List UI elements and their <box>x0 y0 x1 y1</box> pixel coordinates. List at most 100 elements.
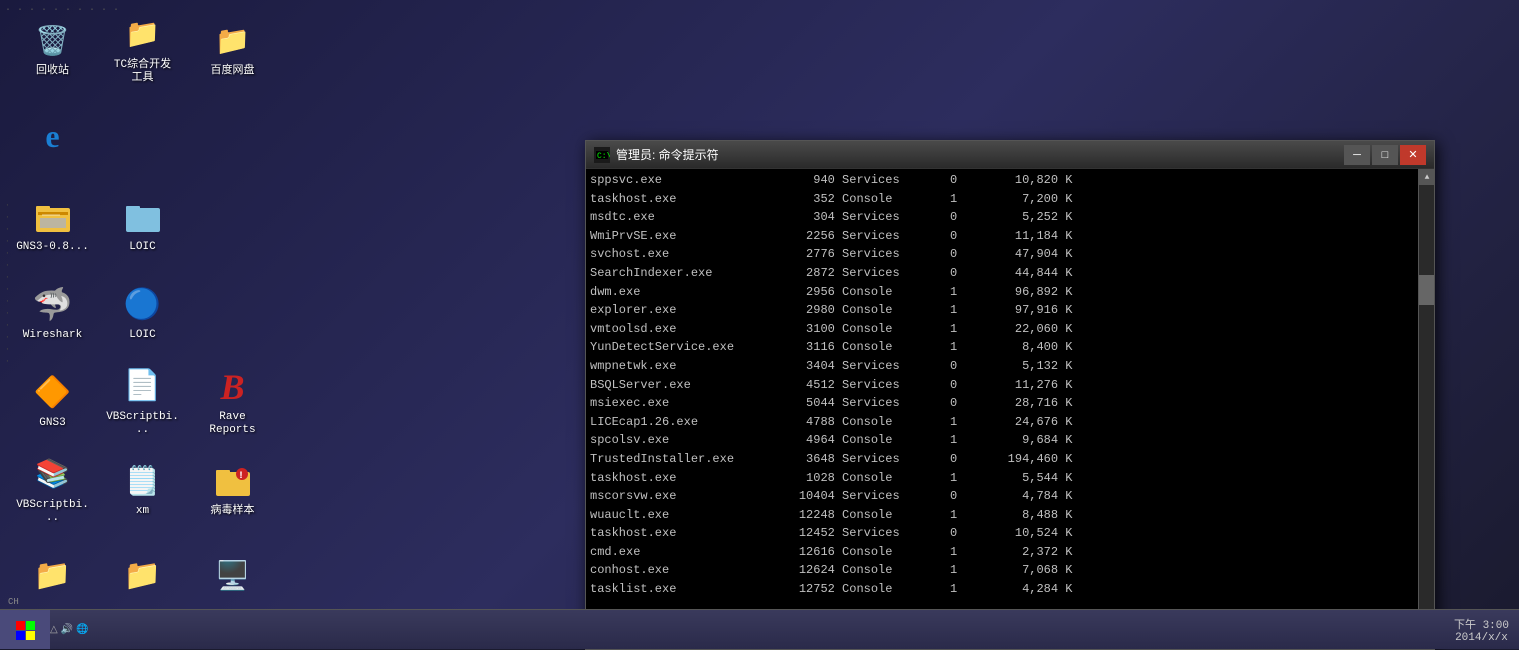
icon-vbscriptbi1[interactable]: 📄 VBScriptbi... <box>100 362 185 442</box>
cmd-window-icon: C:\ <box>594 147 610 163</box>
svg-text:!: ! <box>238 471 244 482</box>
table-row: vmtoolsd.exe 3100 Console 1 22,060 K <box>590 320 1414 339</box>
svg-text:C:\: C:\ <box>597 152 610 161</box>
table-row: TrustedInstaller.exe 3648 Services 0 194… <box>590 450 1414 469</box>
maximize-button[interactable]: □ <box>1372 145 1398 165</box>
table-row: BSQLServer.exe 4512 Services 0 11,276 K <box>590 376 1414 395</box>
icon-xm[interactable]: 🗒️ xm <box>100 450 185 530</box>
icon-rave-reports[interactable]: B RaveReports <box>190 362 275 442</box>
table-row: msdtc.exe 304 Services 0 5,252 K <box>590 208 1414 227</box>
table-row: WmiPrvSE.exe 2256 Services 0 11,184 K <box>590 227 1414 246</box>
gns3-icon: 🔶 <box>33 373 73 413</box>
table-row: wuauclt.exe 12248 Console 1 8,488 K <box>590 506 1414 525</box>
wireshark-icon: 🦈 <box>33 285 73 325</box>
table-row: msiexec.exe 5044 Services 0 28,716 K <box>590 394 1414 413</box>
icon-wireshark[interactable]: 🦈 Wireshark <box>10 274 95 354</box>
table-row: wmpnetwk.exe 3404 Services 0 5,132 K <box>590 357 1414 376</box>
icon-loic2[interactable]: 🔵 LOIC <box>100 274 185 354</box>
icon-label-gns308: GNS3-0.8... <box>16 241 89 254</box>
icon-label-gns3: GNS3 <box>39 417 65 430</box>
taskbar-start-button[interactable] <box>0 610 50 649</box>
tray-icon1: △ <box>50 624 58 636</box>
desktop: · · · · · · · · · · ·············· 🗑️ 回收… <box>0 0 1519 649</box>
folder-bottom2-icon: 📁 <box>123 556 163 596</box>
ch-indicator: CH <box>8 597 19 607</box>
icon-folder-bottom1[interactable]: 📁 <box>10 538 95 618</box>
taskbar-clock: 下午 3:00 2014/x/x <box>1454 616 1509 644</box>
icon-placeholder3 <box>190 186 275 266</box>
table-row: tasklist.exe 12752 Console 1 4,284 K <box>590 580 1414 599</box>
icon-placeholder2 <box>190 98 275 178</box>
icon-loic1[interactable]: LOIC <box>100 186 185 266</box>
icon-label-rave: RaveReports <box>209 411 255 437</box>
icon-label-xm: xm <box>136 505 149 518</box>
table-row: dwm.exe 2956 Console 1 96,892 K <box>590 283 1414 302</box>
virus-icon: ! <box>213 461 253 501</box>
table-row: YunDetectService.exe 3116 Console 1 8,40… <box>590 338 1414 357</box>
table-row: explorer.exe 2980 Console 1 97,916 K <box>590 301 1414 320</box>
table-row: SearchIndexer.exe 2872 Services 0 44,844… <box>590 264 1414 283</box>
icon-screen-bottom[interactable]: 🖥️ <box>190 538 275 618</box>
icon-gns3[interactable]: 🔶 GNS3 <box>10 362 95 442</box>
icon-label-loic1: LOIC <box>129 241 155 254</box>
desktop-icon-area: 🗑️ 回收站 📁 TC综合开发工具 📁 百度网盘 e <box>0 0 350 610</box>
xm-icon: 🗒️ <box>123 461 163 501</box>
table-row: LICEcap1.26.exe 4788 Console 1 24,676 K <box>590 413 1414 432</box>
icon-placeholder4 <box>190 274 275 354</box>
cmd-scrollbar[interactable]: ▲ ▼ <box>1418 169 1434 649</box>
icon-ie[interactable]: e <box>10 98 95 178</box>
scrollbar-thumb[interactable] <box>1419 275 1434 305</box>
cmd-content: sppsvc.exe 940 Services 0 10,820 Ktaskho… <box>586 169 1434 649</box>
minimize-button[interactable]: ─ <box>1344 145 1370 165</box>
clock-time: 下午 3:00 <box>1454 616 1509 632</box>
icon-folder-bottom2[interactable]: 📁 <box>100 538 185 618</box>
tray-icon2: 🔊 <box>61 624 73 636</box>
table-row: taskhost.exe 1028 Console 1 5,544 K <box>590 469 1414 488</box>
icon-label-wireshark: Wireshark <box>23 329 82 342</box>
table-row: sppsvc.exe 940 Services 0 10,820 K <box>590 171 1414 190</box>
icon-label-loic2: LOIC <box>129 329 155 342</box>
icon-placeholder1 <box>100 98 185 178</box>
icon-label-virus: 病毒样本 <box>211 505 255 518</box>
table-row: svchost.exe 2776 Services 0 47,904 K <box>590 245 1414 264</box>
taskbar: CH △ 🔊 🌐 下午 3:00 2014/x/x <box>0 609 1519 649</box>
tc-folder-icon: 📁 <box>123 15 163 55</box>
icon-label-tc: TC综合开发工具 <box>114 59 171 85</box>
screen-bottom-icon: 🖥️ <box>213 556 253 596</box>
recycle-bin-icon: 🗑️ <box>33 21 73 61</box>
table-row: mscorsvw.exe 10404 Services 0 4,784 K <box>590 487 1414 506</box>
folder-bottom1-icon: 📁 <box>33 556 73 596</box>
icon-label-vbs2: VBScriptbi... <box>15 499 90 525</box>
cmd-window: C:\ 管理员: 命令提示符 ─ □ ✕ sppsvc.exe 940 Serv… <box>585 140 1435 650</box>
vbscript-icon2: 📚 <box>33 455 73 495</box>
close-button[interactable]: ✕ <box>1400 145 1426 165</box>
loic2-icon: 🔵 <box>123 285 163 325</box>
gns3-folder-icon <box>33 197 73 237</box>
cmd-window-controls: ─ □ ✕ <box>1344 145 1426 165</box>
baidu-folder-icon: 📁 <box>213 21 253 61</box>
scrollbar-track[interactable] <box>1419 185 1434 633</box>
icon-label-vbs1: VBScriptbi... <box>105 411 180 437</box>
scrollbar-up-arrow[interactable]: ▲ <box>1419 169 1434 185</box>
ie-icon: e <box>33 116 73 156</box>
table-row: taskhost.exe 352 Console 1 7,200 K <box>590 190 1414 209</box>
icon-recycle-bin[interactable]: 🗑️ 回收站 <box>10 10 95 90</box>
table-row: cmd.exe 12616 Console 1 2,372 K <box>590 543 1414 562</box>
icon-label-baidu: 百度网盘 <box>211 65 255 78</box>
icon-baidu-pan[interactable]: 📁 百度网盘 <box>190 10 275 90</box>
vbscript-icon1: 📄 <box>123 367 163 407</box>
icon-gns3-08[interactable]: GNS3-0.8... <box>10 186 95 266</box>
icon-label-recycle: 回收站 <box>36 65 69 78</box>
icon-virus-sample[interactable]: ! 病毒样本 <box>190 450 275 530</box>
icon-vbscriptbi2[interactable]: 📚 VBScriptbi... <box>10 450 95 530</box>
cmd-window-title: 管理员: 命令提示符 <box>616 146 1344 163</box>
table-row: spcolsv.exe 4964 Console 1 9,684 K <box>590 431 1414 450</box>
table-row: taskhost.exe 12452 Services 0 10,524 K <box>590 524 1414 543</box>
cmd-text-area: sppsvc.exe 940 Services 0 10,820 Ktaskho… <box>586 169 1418 649</box>
cmd-titlebar[interactable]: C:\ 管理员: 命令提示符 ─ □ ✕ <box>586 141 1434 169</box>
rave-icon: B <box>213 367 253 407</box>
icon-tc-tool[interactable]: 📁 TC综合开发工具 <box>100 10 185 90</box>
table-row: conhost.exe 12624 Console 1 7,068 K <box>590 561 1414 580</box>
clock-date: 2014/x/x <box>1455 632 1508 644</box>
loic-folder1-icon <box>123 197 163 237</box>
